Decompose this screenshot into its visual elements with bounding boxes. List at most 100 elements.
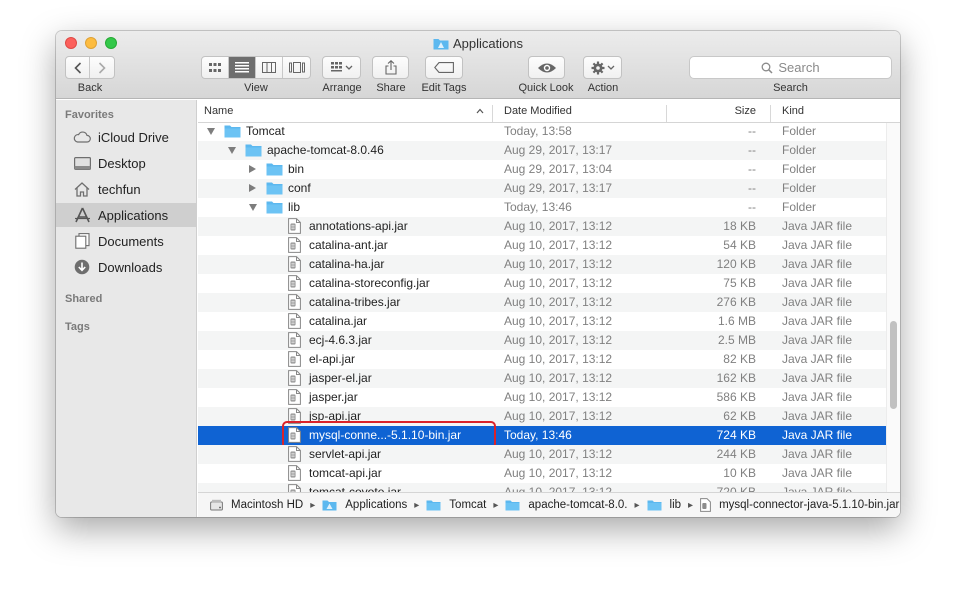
jar-file-icon	[288, 427, 301, 443]
sidebar-item-documents[interactable]: Documents	[56, 229, 197, 253]
path-item[interactable]: mysql-connector-java-5.1.10-bin.jar	[700, 498, 899, 512]
column-size[interactable]: Size	[678, 105, 756, 117]
path-item[interactable]: Macintosh HD	[210, 499, 303, 511]
file-row[interactable]: tomcat-coyote.jar Aug 10, 2017, 13:12 720 …	[198, 483, 886, 492]
file-kind: Folder	[782, 200, 817, 214]
file-row[interactable]: jasper.jar Aug 10, 2017, 13:12 586 KB Java …	[198, 388, 886, 407]
file-name: tomcat-coyote.jar	[309, 485, 402, 492]
path-separator-icon: ▸	[634, 499, 640, 511]
file-kind: Java JAR file	[782, 352, 853, 366]
sidebar-item-techfun[interactable]: techfun	[56, 177, 197, 201]
file-size: --	[748, 143, 756, 157]
file-row[interactable]: mysql-conne...-5.1.10-bin.jar Today, 13:4…	[198, 426, 886, 445]
sidebar-item-icloud-drive[interactable]: iCloud Drive	[56, 125, 197, 149]
column-divider[interactable]	[666, 105, 667, 122]
file-size: 2.5 MB	[717, 333, 756, 347]
file-row[interactable]: ecj-4.6.3.jar Aug 10, 2017, 13:12 2.5 MB Ja…	[198, 331, 886, 350]
search-input[interactable]: Search	[689, 56, 892, 79]
folder-row[interactable]: conf Aug 29, 2017, 13:17 -- Folder	[198, 179, 886, 198]
share-button[interactable]	[372, 56, 409, 79]
folder-icon	[266, 162, 283, 176]
file-size: 724 KB	[716, 428, 756, 442]
date-modified: Aug 10, 2017, 13:12	[504, 219, 613, 233]
sidebar-item-downloads[interactable]: Downloads	[56, 255, 197, 279]
forward-button[interactable]	[90, 57, 114, 78]
file-row[interactable]: catalina-storeconfig.jar Aug 10, 2017, 13…	[198, 274, 886, 293]
file-kind: Folder	[782, 162, 817, 176]
folder-icon	[266, 181, 283, 195]
file-size: --	[748, 200, 756, 214]
quick-look-button[interactable]	[528, 56, 565, 79]
file-kind: Folder	[782, 181, 817, 195]
jar-file-icon	[288, 370, 301, 386]
edit-tags-label: Edit Tags	[421, 82, 467, 94]
path-item[interactable]: apache-tomcat-8.0.	[505, 499, 628, 511]
disclosure-open-icon[interactable]	[207, 128, 215, 135]
jar-file-icon	[288, 256, 301, 272]
file-name: tomcat-api.jar	[309, 466, 382, 480]
column-view-button[interactable]	[256, 57, 283, 78]
column-name[interactable]: Name	[204, 105, 233, 117]
hard-drive-icon	[210, 499, 227, 511]
folder-row[interactable]: Tomcat Today, 13:58 -- Folder	[198, 123, 886, 141]
edit-tags-button[interactable]	[425, 56, 463, 79]
jar-file-icon	[288, 408, 301, 424]
file-row[interactable]: catalina-ha.jar Aug 10, 2017, 13:12 120 KB…	[198, 255, 886, 274]
folder-row[interactable]: bin Aug 29, 2017, 13:04 -- Folder	[198, 160, 886, 179]
path-item[interactable]: lib	[647, 499, 681, 511]
sidebar-item-desktop[interactable]: Desktop	[56, 151, 197, 175]
file-kind: Folder	[782, 143, 817, 157]
jar-file-icon	[288, 351, 301, 367]
list-view-button[interactable]	[229, 57, 256, 78]
gallery-view-button[interactable]	[283, 57, 310, 78]
path-item[interactable]: Applications	[322, 499, 407, 511]
file-size: 276 KB	[716, 295, 756, 309]
columns-icon	[262, 62, 276, 73]
file-row[interactable]: catalina-tribes.jar Aug 10, 2017, 13:12 27…	[198, 293, 886, 312]
back-button[interactable]	[66, 57, 90, 78]
file-size: 586 KB	[716, 390, 756, 404]
file-row[interactable]: tomcat-api.jar Aug 10, 2017, 13:12 10 KB Ja…	[198, 464, 886, 483]
sidebar-item-label: iCloud Drive	[98, 129, 169, 145]
file-row[interactable]: catalina-ant.jar Aug 10, 2017, 13:12 54 KB…	[198, 236, 886, 255]
file-kind: Java JAR file	[782, 333, 853, 347]
action-button[interactable]	[583, 56, 622, 79]
file-kind: Java JAR file	[782, 276, 853, 290]
file-size: --	[748, 181, 756, 195]
file-name: jasper.jar	[309, 390, 358, 404]
column-divider[interactable]	[492, 105, 493, 122]
column-kind[interactable]: Kind	[782, 105, 804, 117]
icon-view-button[interactable]	[202, 57, 229, 78]
vertical-scrollbar[interactable]	[886, 123, 900, 492]
arrange-button[interactable]	[322, 56, 361, 79]
tags-header[interactable]: Tags	[65, 321, 90, 333]
column-date-modified[interactable]: Date Modified	[504, 105, 572, 117]
file-row[interactable]: servlet-api.jar Aug 10, 2017, 13:12 244 KB…	[198, 445, 886, 464]
disclosure-open-icon[interactable]	[228, 147, 236, 154]
sidebar-item-applications[interactable]: Applications	[56, 203, 197, 227]
disclosure-open-icon[interactable]	[249, 204, 257, 211]
disclosure-closed-icon[interactable]	[249, 165, 256, 173]
column-divider[interactable]	[770, 105, 771, 122]
folder-row[interactable]: apache-tomcat-8.0.46 Aug 29, 2017, 13:17 -…	[198, 141, 886, 160]
arrange-label: Arrange	[322, 82, 362, 94]
date-modified: Aug 10, 2017, 13:12	[504, 466, 613, 480]
disclosure-closed-icon[interactable]	[249, 184, 256, 192]
file-row[interactable]: el-api.jar Aug 10, 2017, 13:12 82 KB Java J…	[198, 350, 886, 369]
date-modified: Aug 29, 2017, 13:17	[504, 143, 613, 157]
file-kind: Java JAR file	[782, 466, 853, 480]
date-modified: Aug 10, 2017, 13:12	[504, 409, 613, 423]
share-icon	[384, 60, 397, 75]
file-row[interactable]: jsp-api.jar Aug 10, 2017, 13:12 62 KB Java …	[198, 407, 886, 426]
scrollbar-thumb[interactable]	[890, 321, 897, 409]
file-row[interactable]: annotations-api.jar Aug 10, 2017, 13:12 18…	[198, 217, 886, 236]
shared-header[interactable]: Shared	[65, 293, 102, 305]
applications-folder-icon	[433, 37, 449, 53]
file-row[interactable]: jasper-el.jar Aug 10, 2017, 13:12 162 KB Ja…	[198, 369, 886, 388]
file-row[interactable]: catalina.jar Aug 10, 2017, 13:12 1.6 MB Jav…	[198, 312, 886, 331]
file-size: 82 KB	[723, 352, 756, 366]
jar-file-icon	[288, 446, 301, 462]
path-item[interactable]: Tomcat	[426, 499, 486, 511]
file-kind: Java JAR file	[782, 447, 853, 461]
folder-row[interactable]: lib Today, 13:46 -- Folder	[198, 198, 886, 217]
